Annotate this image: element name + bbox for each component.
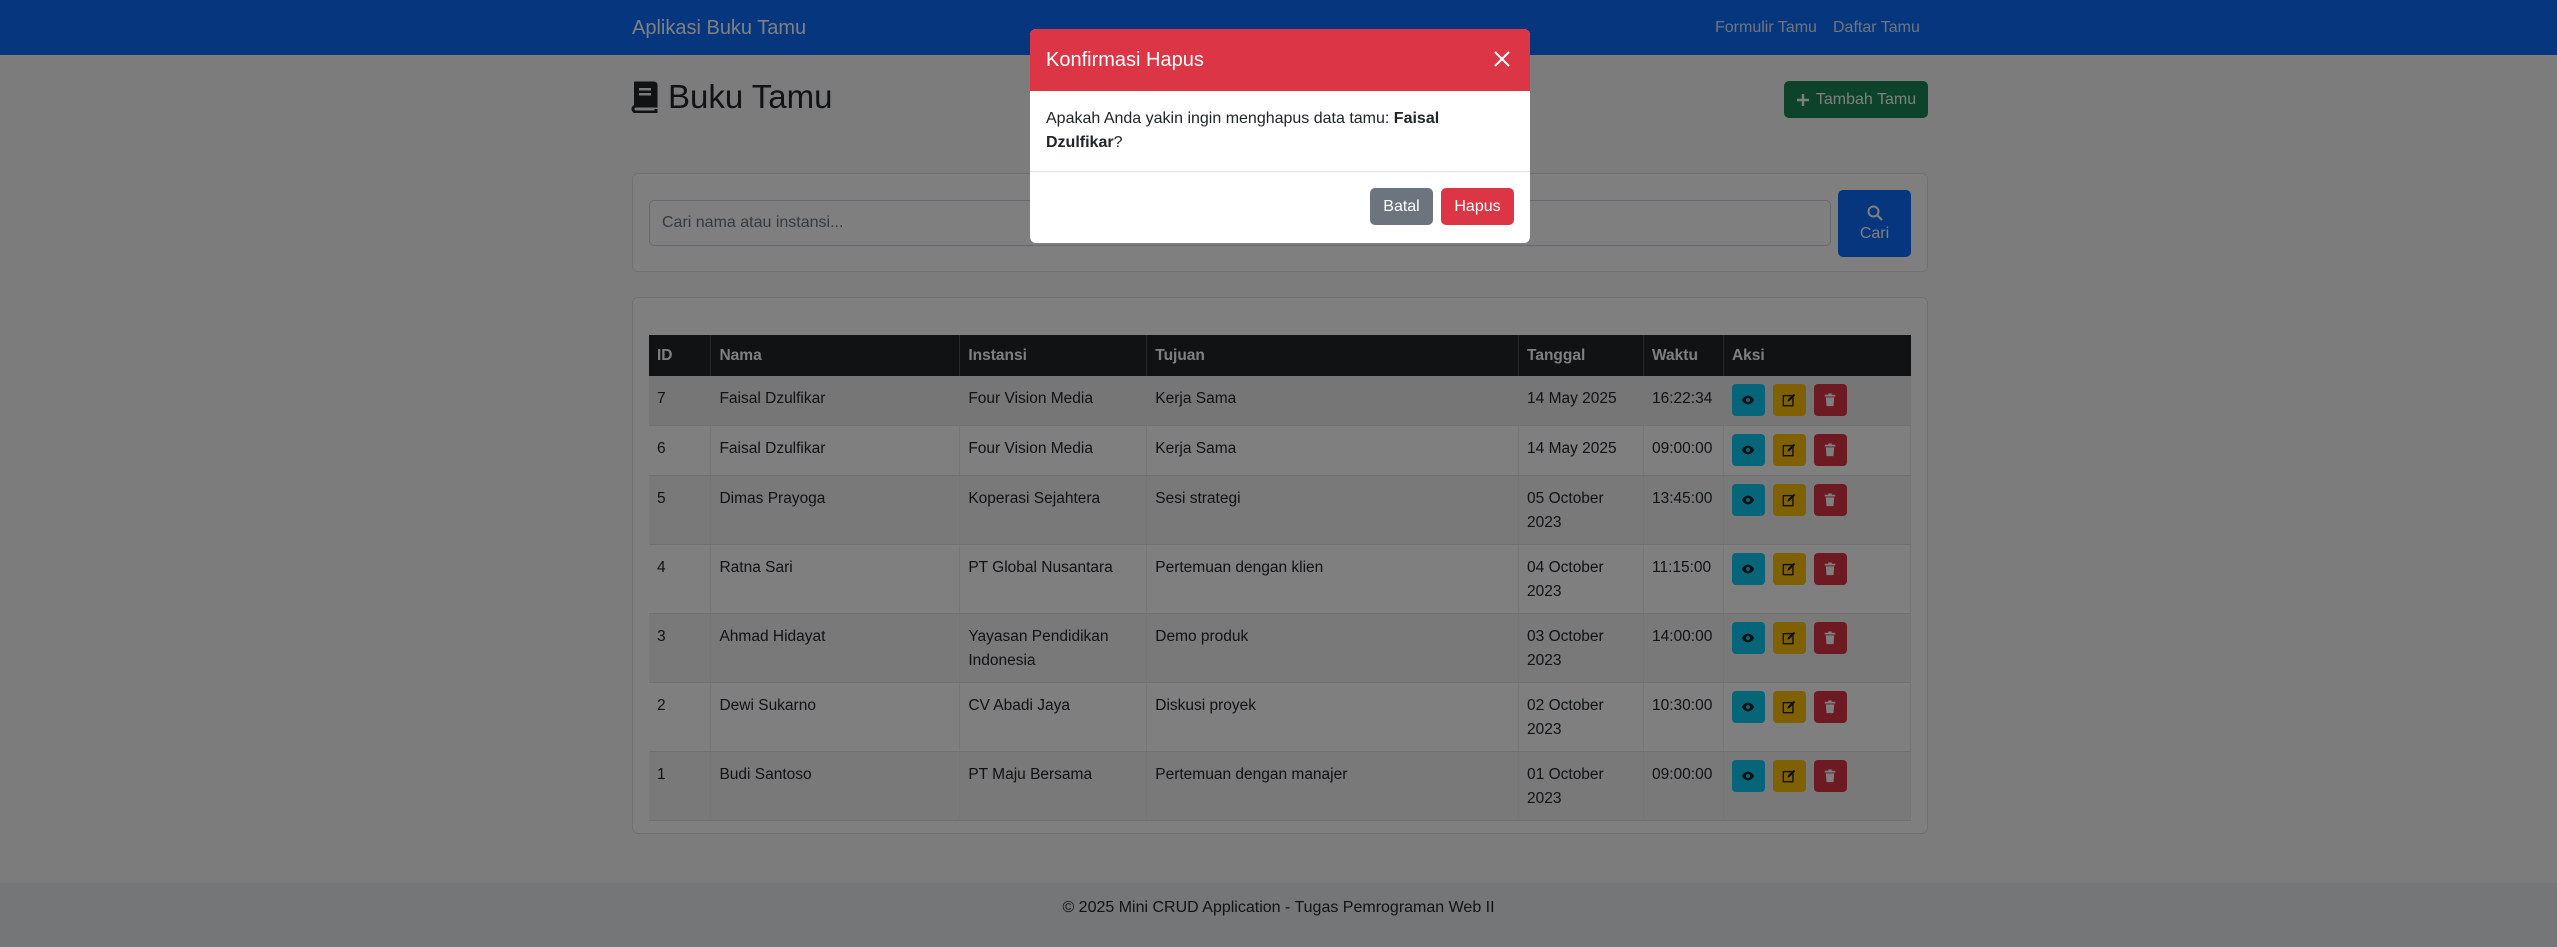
modal-message-prefix: Apakah Anda yakin ingin menghapus data t… [1046, 110, 1394, 127]
modal-body: Apakah Anda yakin ingin menghapus data t… [1030, 91, 1530, 172]
confirm-delete-button[interactable]: Hapus [1441, 188, 1514, 225]
delete-confirm-modal: Konfirmasi Hapus Apakah Anda yakin ingin… [1030, 29, 1530, 243]
modal-close-button[interactable] [1490, 48, 1514, 72]
modal-title: Konfirmasi Hapus [1046, 48, 1204, 71]
modal-message-suffix: ? [1113, 134, 1123, 151]
modal-header: Konfirmasi Hapus [1030, 29, 1530, 91]
cancel-button[interactable]: Batal [1370, 188, 1433, 225]
modal-footer: Batal Hapus [1030, 172, 1530, 225]
close-icon [1494, 50, 1510, 67]
